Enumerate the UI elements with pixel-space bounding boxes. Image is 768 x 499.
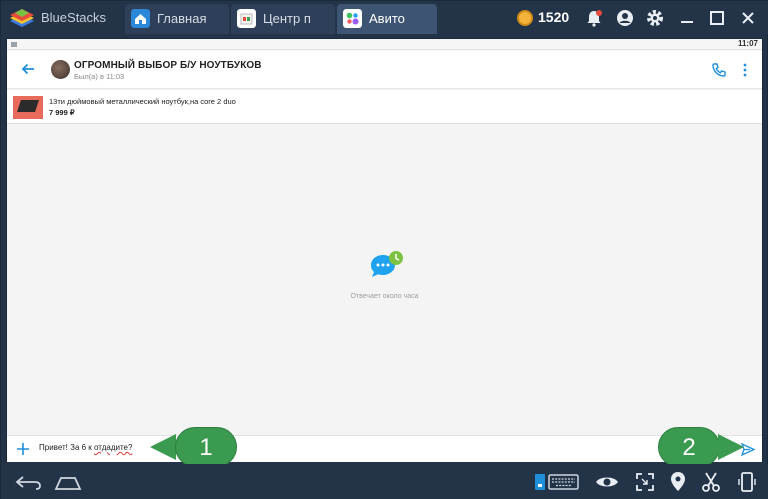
- back-arrow-icon[interactable]: [19, 60, 37, 78]
- response-time-text: Отвечает около часа: [350, 293, 419, 300]
- bluestacks-logo-icon: [10, 9, 34, 27]
- keyboard-icon[interactable]: [534, 472, 580, 492]
- last-seen-status: Был(а) в 11:03: [74, 72, 125, 81]
- bottom-toolbar: [1, 464, 768, 499]
- android-status-bar: 11:07: [7, 39, 762, 50]
- more-vert-icon[interactable]: [741, 62, 749, 78]
- home-icon: [131, 9, 150, 28]
- minimize-icon[interactable]: [677, 8, 697, 28]
- tab-home-label: Главная: [157, 11, 207, 26]
- android-screen: 11:07 ОГРОМНЫЙ ВЫБОР Б/У НОУТБУКОВ Был(а…: [6, 38, 763, 462]
- scissors-icon[interactable]: [701, 471, 721, 493]
- status-time: 11:07: [737, 39, 758, 48]
- callout-1-pointer: [150, 434, 176, 460]
- message-text: Привет! За 6 к: [39, 443, 95, 452]
- callout-1: 1: [175, 427, 237, 467]
- settings-gear-icon[interactable]: [645, 8, 665, 28]
- rotate-device-icon[interactable]: [737, 471, 757, 493]
- title-bar: BlueStacks Главная Центр п Авито 1520: [1, 1, 768, 34]
- account-icon[interactable]: [615, 8, 635, 28]
- product-card[interactable]: 13ти дюймовый металлический ноутбук,на c…: [7, 90, 762, 124]
- tab-app-center[interactable]: Центр п: [231, 4, 335, 34]
- callout-2-pointer: [718, 434, 744, 460]
- eye-icon[interactable]: [594, 474, 620, 490]
- avatar[interactable]: [51, 60, 70, 79]
- callout-2: 2: [658, 427, 720, 467]
- close-icon[interactable]: [738, 8, 758, 28]
- bluestacks-window: BlueStacks Главная Центр п Авито 1520 11…: [0, 0, 768, 499]
- avito-icon: [343, 9, 362, 28]
- notification-icon: [11, 42, 17, 47]
- chat-app-bar: ОГРОМНЫЙ ВЫБОР Б/У НОУТБУКОВ Был(а) в 11…: [7, 51, 762, 89]
- add-icon[interactable]: [15, 441, 31, 457]
- chat-title: ОГРОМНЫЙ ВЫБОР Б/У НОУТБУКОВ: [74, 60, 262, 71]
- app-name: BlueStacks: [41, 10, 107, 25]
- message-input-bar: Привет! За 6 к отдадите?: [7, 435, 762, 462]
- tab-avito-label: Авито: [369, 11, 405, 26]
- back-icon[interactable]: [13, 475, 43, 491]
- product-title: 13ти дюймовый металлический ноутбук,на c…: [49, 97, 236, 106]
- product-price: 7 999 ₽: [49, 108, 75, 117]
- fullscreen-icon[interactable]: [635, 472, 655, 492]
- bell-icon[interactable]: [584, 8, 604, 28]
- chat-bubble-clock-icon: [371, 251, 403, 277]
- misspelled-word: отдадите?: [94, 443, 133, 452]
- phone-icon[interactable]: [711, 62, 727, 78]
- coin-icon: [517, 10, 533, 26]
- tab-app-center-label: Центр п: [263, 11, 311, 26]
- product-thumbnail: [13, 96, 43, 119]
- message-input[interactable]: Привет! За 6 к отдадите?: [39, 443, 132, 452]
- home-outline-icon[interactable]: [53, 475, 83, 491]
- location-icon[interactable]: [669, 471, 687, 493]
- maximize-icon[interactable]: [707, 8, 727, 28]
- tab-home[interactable]: Главная: [125, 4, 229, 34]
- coins-balance[interactable]: 1520: [538, 9, 569, 25]
- app-center-icon: [237, 9, 256, 28]
- tab-avito[interactable]: Авито: [337, 4, 437, 34]
